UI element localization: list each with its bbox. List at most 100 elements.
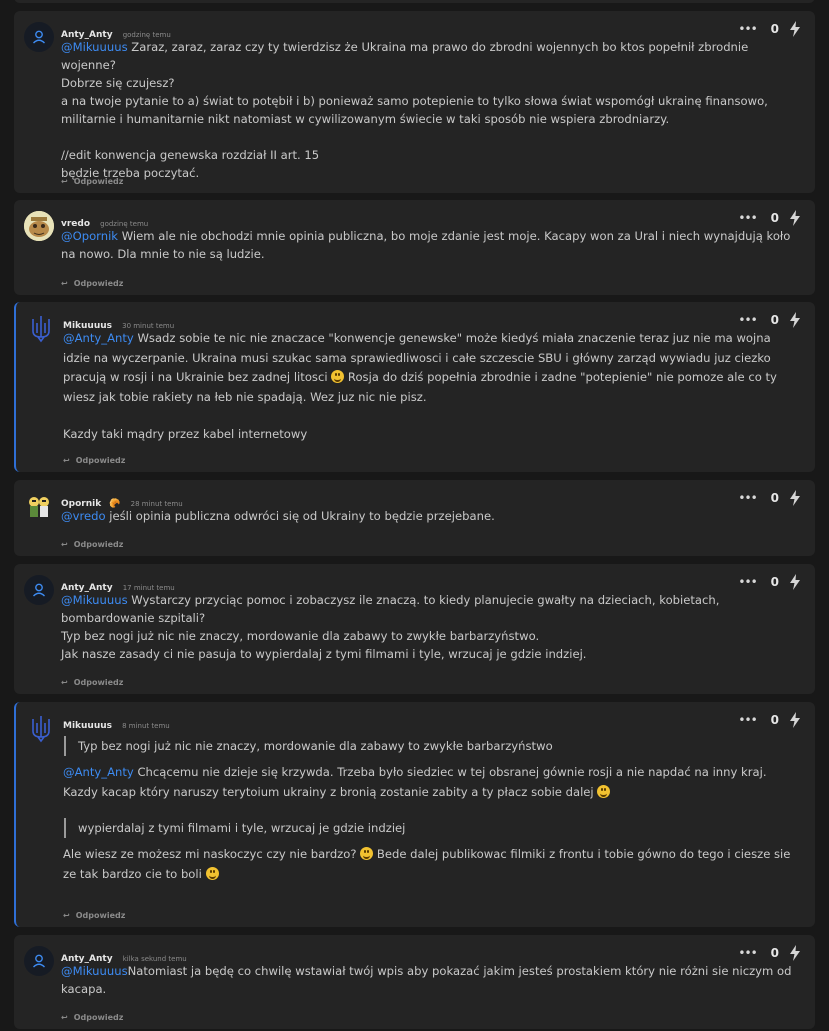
previous-comment-stub (14, 0, 815, 3)
reply-icon: ↩ (61, 540, 68, 549)
bolt-icon[interactable] (789, 490, 801, 506)
comment-text: Typ bez nogi już nic nie znaczy, mordowa… (61, 629, 540, 643)
blockquote: wypierdalaj z tymi filmami i tyle, wrzuc… (64, 818, 795, 838)
trident-icon (32, 716, 50, 743)
comment: Opornik 🥐 28 minut temu ••• 0 @vredo jeś… (14, 480, 815, 556)
vote-score: 0 (770, 713, 779, 727)
bolt-icon[interactable] (789, 210, 801, 226)
author-name[interactable]: Mikuuuus (63, 721, 112, 731)
comment: Anty_Anty 17 minut temu ••• 0 @Mikuuuus … (14, 564, 815, 694)
bolt-icon[interactable] (789, 574, 801, 590)
avatar[interactable] (24, 575, 54, 605)
comment-text: Wystarczy przyciąc pomoc i zobaczysz ile… (61, 593, 720, 625)
trident-icon (32, 316, 50, 343)
comment-text: Jak nasze zasady ci nie pasuja to wypier… (61, 647, 587, 661)
comment-body: @Anty_Anty Wsadz sobie te nic nie znacza… (63, 329, 795, 445)
mention-link[interactable]: @Mikuuuus (61, 40, 128, 54)
comment: Anty_Anty godzinę temu ••• 0 @Mikuuuus Z… (14, 11, 815, 193)
smiley-icon (331, 370, 345, 383)
mention-link[interactable]: @Mikuuuus (61, 593, 128, 607)
more-options-icon[interactable]: ••• (738, 575, 757, 589)
smiley-icon (205, 867, 219, 880)
avatar[interactable] (24, 211, 54, 241)
more-options-icon[interactable]: ••• (738, 946, 757, 960)
reply-label: Odpowiedz (73, 177, 124, 186)
reply-label: Odpowiedz (73, 678, 124, 687)
mention-link[interactable]: @Anty_Anty (63, 331, 134, 345)
reply-button[interactable]: ↩ Odpowiedz (61, 678, 123, 687)
comment-text: Wiem ale nie obchodzi mnie opinia public… (61, 229, 791, 261)
comment: Anty_Anty kilka sekund temu ••• 0 @Mikuu… (14, 935, 815, 1029)
avatar[interactable] (24, 491, 54, 521)
comment-text: Kazdy taki mądry przez kabel internetowy (63, 427, 308, 441)
mention-link[interactable]: @Mikuuuus (61, 964, 128, 978)
comment: Mikuuuus 30 minut temu ••• 0 @Anty_Anty … (14, 302, 815, 472)
reply-icon: ↩ (61, 177, 68, 186)
user-icon (33, 583, 45, 597)
reply-icon: ↩ (63, 911, 70, 920)
reply-button[interactable]: ↩ Odpowiedz (63, 911, 125, 920)
avatar[interactable] (24, 22, 54, 52)
comment-body: @Mikuuuus Wystarczy przyciąc pomoc i zob… (61, 591, 795, 663)
comment-text: a na twoje pytanie to a) świat to potębi… (61, 94, 768, 126)
mention-link[interactable]: @vredo (61, 509, 106, 523)
reply-label: Odpowiedz (73, 279, 124, 288)
avatar-image (29, 497, 49, 517)
avatar[interactable] (26, 713, 56, 743)
comment-text: Chcącemu nie dzieje się krzywda. Trzeba … (63, 765, 767, 799)
vote-score: 0 (770, 211, 779, 225)
vote-score: 0 (770, 313, 779, 327)
comment-body: @MikuuuusNatomiast ja będę co chwilę wst… (61, 962, 795, 998)
reply-label: Odpowiedz (75, 911, 126, 920)
reply-icon: ↩ (61, 279, 68, 288)
user-icon (33, 30, 45, 44)
bolt-icon[interactable] (789, 945, 801, 961)
bolt-icon[interactable] (789, 712, 801, 728)
reply-button[interactable]: ↩ Odpowiedz (61, 177, 123, 186)
comment-body: @vredo jeśli opinia publiczna odwróci si… (61, 507, 795, 525)
reply-button[interactable]: ↩ Odpowiedz (61, 540, 123, 549)
reply-icon: ↩ (61, 1013, 68, 1022)
vote-score: 0 (770, 491, 779, 505)
more-options-icon[interactable]: ••• (738, 22, 757, 36)
timestamp: 8 minut temu (122, 722, 170, 730)
reply-label: Odpowiedz (75, 456, 126, 465)
comment-text: Natomiast ja będę co chwilę wstawiał twó… (61, 964, 792, 996)
reply-button[interactable]: ↩ Odpowiedz (61, 1013, 123, 1022)
more-options-icon[interactable]: ••• (738, 211, 757, 225)
reply-icon: ↩ (61, 678, 68, 687)
mention-link[interactable]: @Opornik (61, 229, 118, 243)
comment-body: @Opornik Wiem ale nie obchodzi mnie opin… (61, 227, 795, 263)
comment: Mikuuuus 8 minut temu ••• 0 Typ bez nogi… (14, 702, 815, 927)
reply-button[interactable]: ↩ Odpowiedz (61, 279, 123, 288)
comment-body: Typ bez nogi już nic nie znaczy, mordowa… (63, 736, 795, 884)
reply-label: Odpowiedz (73, 540, 124, 549)
reply-button[interactable]: ↩ Odpowiedz (63, 456, 125, 465)
more-options-icon[interactable]: ••• (738, 713, 757, 727)
more-options-icon[interactable]: ••• (738, 313, 757, 327)
bolt-icon[interactable] (789, 21, 801, 37)
more-options-icon[interactable]: ••• (738, 491, 757, 505)
smiley-icon (360, 847, 374, 860)
vote-score: 0 (770, 575, 779, 589)
comment-text: jeśli opinia publiczna odwróci się od Uk… (105, 509, 495, 523)
comment-body: @Mikuuuus Zaraz, zaraz, zaraz czy ty twi… (61, 38, 795, 182)
comment-text: Zaraz, zaraz, zaraz czy ty twierdzisz że… (61, 40, 749, 72)
comment-text: Dobrze się czujesz? (61, 76, 175, 90)
reply-label: Odpowiedz (73, 1013, 124, 1022)
avatar[interactable] (24, 946, 54, 976)
mention-link[interactable]: @Anty_Anty (63, 765, 134, 779)
vote-score: 0 (770, 946, 779, 960)
comment-text: Ale wiesz ze możesz mi naskoczyc czy nie… (63, 847, 361, 861)
comment-text: będzie trzeba poczytać. (61, 166, 200, 180)
comment: vredo godzinę temu ••• 0 @Opornik Wiem a… (14, 200, 815, 295)
comment-text: //edit konwencja genewska rozdział II ar… (61, 148, 320, 162)
avatar-image (24, 211, 54, 241)
blockquote: Typ bez nogi już nic nie znaczy, mordowa… (64, 736, 795, 756)
user-icon (33, 954, 45, 968)
vote-score: 0 (770, 22, 779, 36)
bolt-icon[interactable] (789, 312, 801, 328)
avatar[interactable] (26, 313, 56, 343)
reply-icon: ↩ (63, 456, 70, 465)
smiley-icon (597, 785, 611, 798)
